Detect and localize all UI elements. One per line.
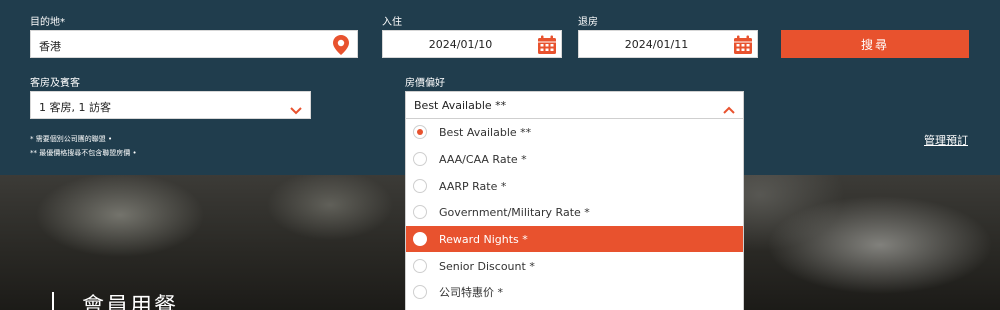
- checkin-label: 入住: [382, 17, 402, 28]
- radio-icon: [413, 179, 427, 193]
- rooms-label: 客房及賓客: [30, 78, 80, 89]
- rate-option[interactable]: Government/Military Rate *: [406, 199, 743, 225]
- rate-option-label: Best Available **: [439, 125, 532, 139]
- destination-label: 目的地*: [30, 17, 65, 28]
- radio-icon: [413, 205, 427, 219]
- rate-option[interactable]: AARP Rate *: [406, 173, 743, 199]
- rate-option-label: Reward Nights *: [439, 232, 528, 246]
- destination-input[interactable]: 香港: [30, 30, 358, 58]
- map-pin-icon[interactable]: [333, 35, 349, 55]
- radio-icon: [413, 259, 427, 273]
- checkout-value: 2024/01/11: [624, 38, 689, 51]
- note-line-2: ** 最優價格搜尋不包含聯盟房價 •: [30, 149, 137, 157]
- rate-value: Best Available **: [414, 99, 507, 112]
- rate-preference-select[interactable]: Best Available **: [405, 91, 744, 119]
- rate-option-label: 公司特惠价 *: [439, 286, 503, 299]
- radio-icon: [413, 232, 427, 246]
- rate-option[interactable]: Senior Discount *: [406, 253, 743, 279]
- search-button[interactable]: 搜尋: [781, 30, 969, 58]
- rate-option[interactable]: 公司特惠价 *: [406, 279, 743, 305]
- chevron-down-icon: [290, 101, 302, 115]
- rate-option-label: Government/Military Rate *: [439, 205, 590, 219]
- chevron-up-icon: [723, 101, 735, 114]
- checkout-date-field[interactable]: 2024/01/11: [578, 30, 758, 58]
- destination-value: 香港: [39, 40, 61, 53]
- rate-option[interactable]: Best Available **: [406, 119, 743, 145]
- checkin-date-field[interactable]: 2024/01/10: [382, 30, 562, 58]
- calendar-icon[interactable]: [537, 35, 557, 55]
- rate-option-label: AARP Rate *: [439, 179, 507, 193]
- note-line-1: * 需要個別公司團的聯盟 •: [30, 135, 113, 143]
- hero-divider: [52, 292, 54, 310]
- manage-booking-link[interactable]: 管理預訂: [924, 132, 968, 148]
- radio-icon: [413, 125, 427, 139]
- rooms-value: 1 客房, 1 訪客: [39, 101, 111, 114]
- rate-option-label: AAA/CAA Rate *: [439, 152, 527, 166]
- rooms-guests-select[interactable]: 1 客房, 1 訪客: [30, 91, 311, 119]
- checkin-value: 2024/01/10: [428, 38, 493, 51]
- rate-option[interactable]: AAA/CAA Rate *: [406, 146, 743, 172]
- calendar-icon[interactable]: [733, 35, 753, 55]
- rate-label: 房價偏好: [405, 78, 445, 89]
- rate-option-label: Senior Discount *: [439, 259, 535, 273]
- rate-option[interactable]: Reward Nights *: [406, 226, 743, 252]
- hero-title: 會員用餐: [82, 294, 179, 310]
- checkout-label: 退房: [578, 17, 598, 28]
- rate-dropdown-list: Best Available ** AAA/CAA Rate * AARP Ra…: [405, 119, 744, 310]
- radio-icon: [413, 152, 427, 166]
- radio-icon: [413, 285, 427, 299]
